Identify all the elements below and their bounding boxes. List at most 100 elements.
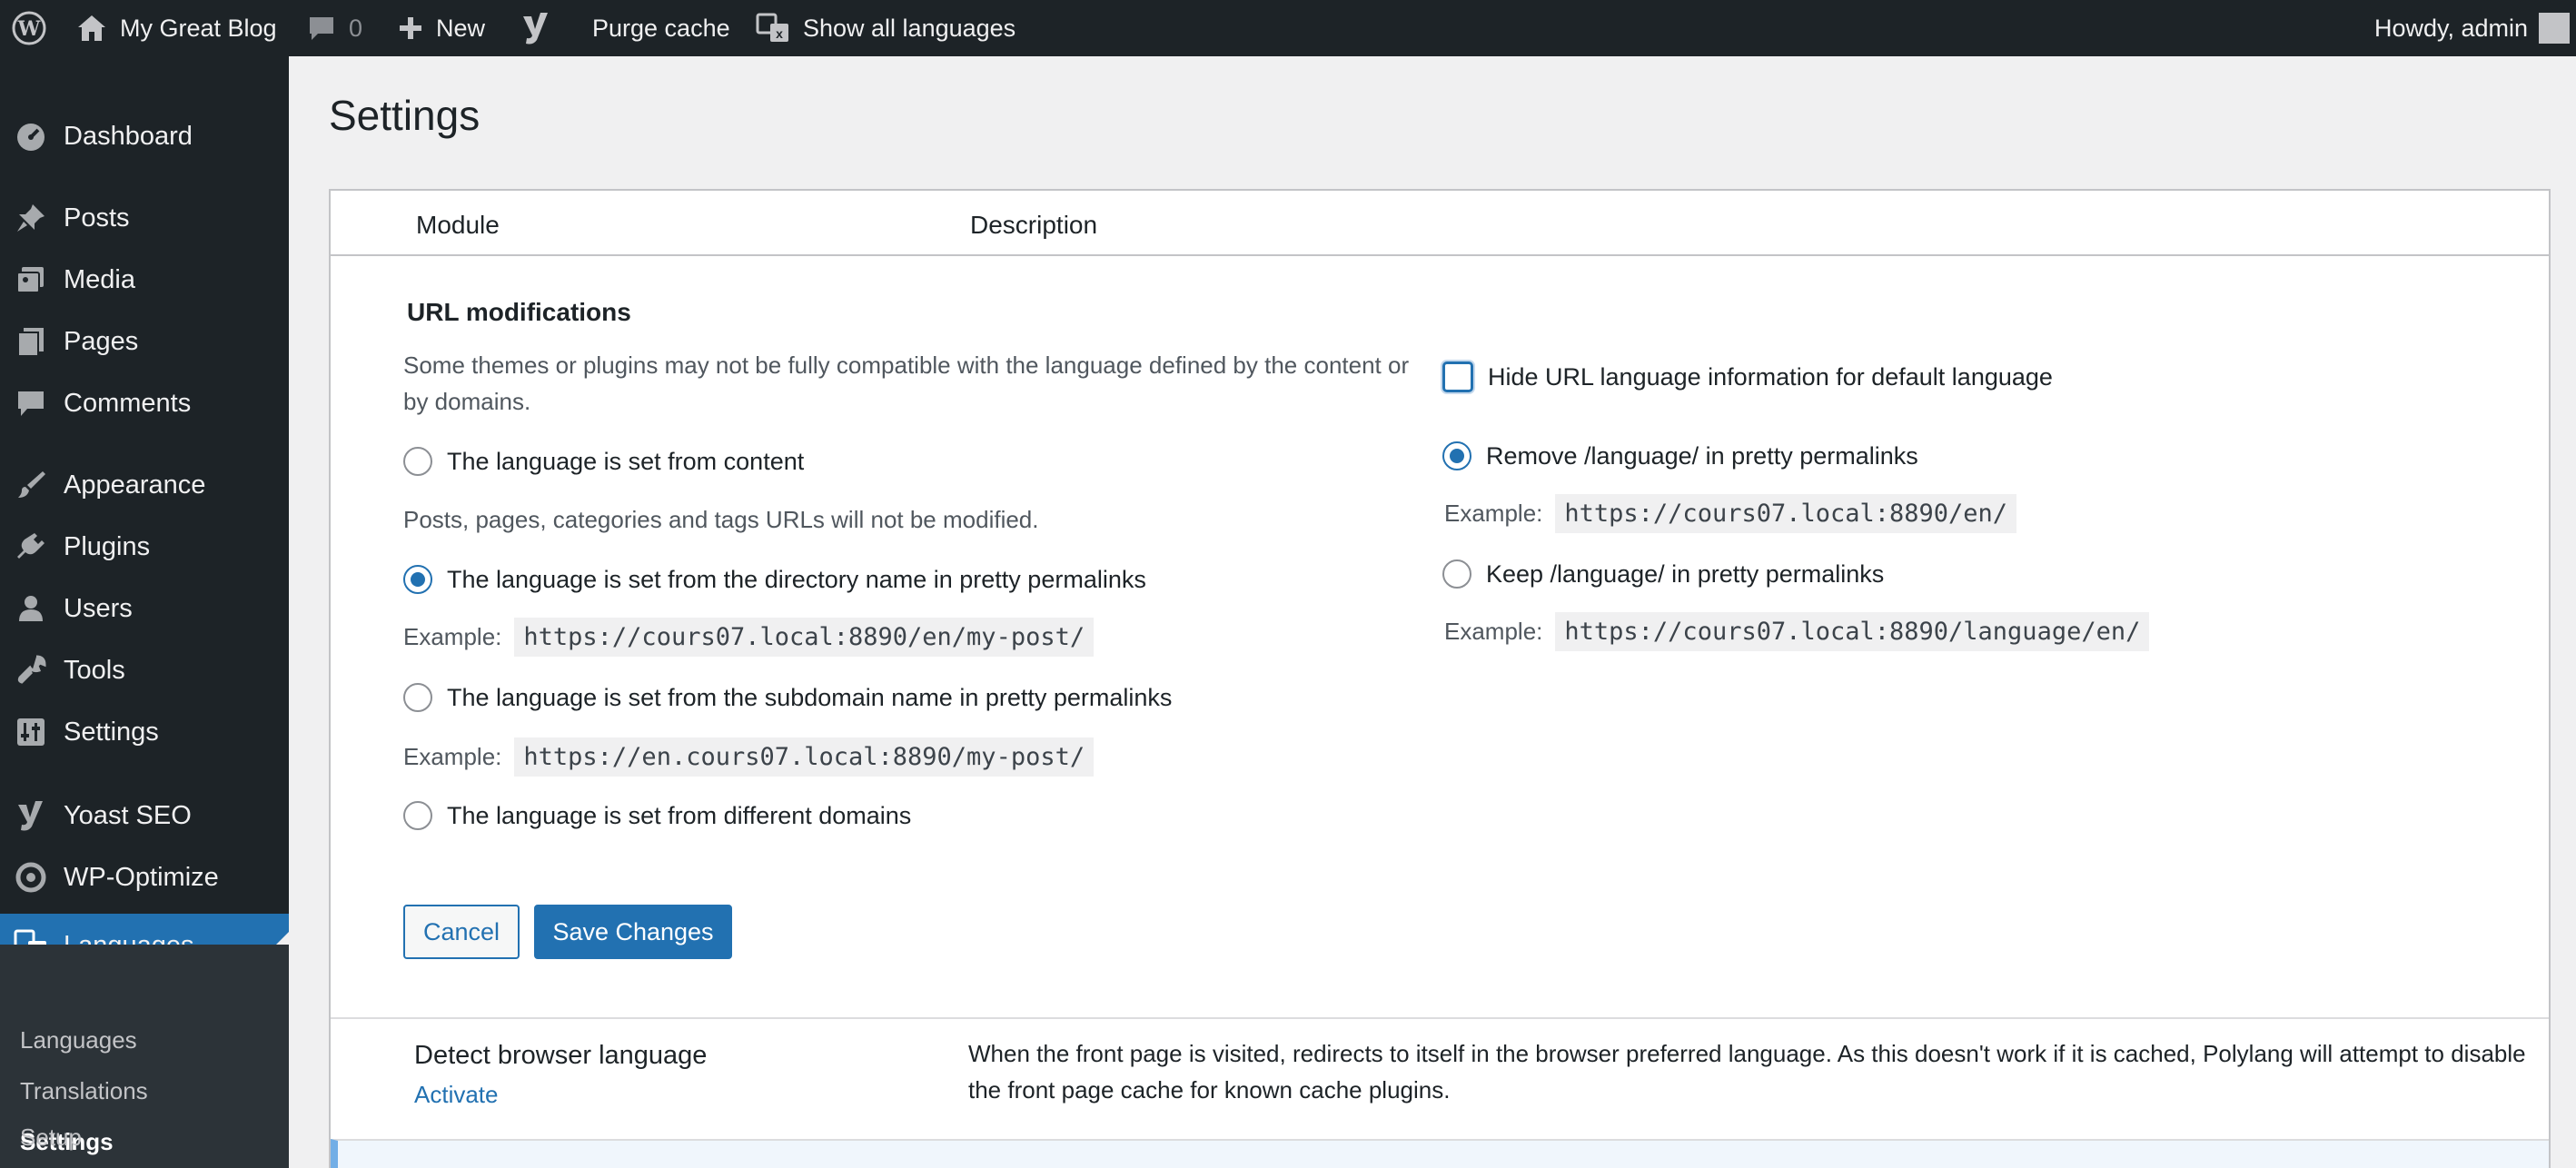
purge-cache-label: Purge cache — [592, 14, 730, 42]
content-note: Posts, pages, categories and tags URLs w… — [403, 506, 1039, 533]
pin-icon — [13, 200, 49, 236]
comments-count: 0 — [349, 14, 363, 42]
new-label: New — [436, 14, 486, 42]
new-content-link[interactable]: New — [398, 0, 485, 56]
comment-icon — [13, 385, 49, 421]
sidebar-item-plugins[interactable]: Plugins — [0, 520, 289, 574]
sidebar-item-label: Plugins — [64, 531, 151, 561]
radio-button[interactable] — [1442, 559, 1471, 589]
sidebar-item-label: Settings — [64, 717, 159, 747]
site-name-link[interactable]: My Great Blog — [76, 0, 277, 56]
modules-table: Module Description URL modifications Som… — [329, 189, 2551, 1168]
radio-label: The language is set from the directory n… — [447, 565, 1146, 593]
header-divider — [331, 254, 2549, 256]
user-icon — [13, 590, 49, 627]
radio-language-from-content[interactable]: The language is set from content — [403, 447, 804, 476]
url-modifications-intro: Some themes or plugins may not be fully … — [403, 351, 1410, 415]
sidebar-item-label: WP-Optimize — [64, 862, 219, 892]
comments-link[interactable]: 0 — [307, 0, 362, 56]
example-url: https://cours07.local:8890/en/ — [1555, 494, 2017, 533]
example-label: Example: — [403, 743, 502, 770]
column-header-description: Description — [970, 211, 1098, 239]
example-label: Example: — [403, 623, 502, 650]
radio-language-from-directory[interactable]: The language is set from the directory n… — [403, 565, 1146, 594]
activate-link[interactable]: Activate — [414, 1081, 499, 1109]
radio-remove-language-slug[interactable]: Remove /language/ in pretty permalinks — [1442, 441, 1918, 470]
show-all-languages-link[interactable]: x Show all languages — [756, 0, 1016, 56]
example-label: Example: — [1444, 618, 1543, 645]
radio-keep-language-slug[interactable]: Keep /language/ in pretty permalinks — [1442, 559, 1884, 589]
radio-button[interactable] — [403, 565, 432, 594]
sidebar-item-label: Comments — [64, 388, 192, 418]
hide-default-language-option[interactable]: Hide URL language information for defaul… — [1442, 361, 2053, 392]
admin-bar: W My Great Blog 0 New Purge cache x Show… — [0, 0, 2576, 56]
wordpress-logo-icon[interactable]: W — [11, 0, 47, 56]
submenu-item-translations[interactable]: Translations — [20, 1077, 148, 1105]
remove-slug-example: Example: https://cours07.local:8890/en/ — [1444, 494, 2017, 533]
sidebar-item-media[interactable]: Media — [0, 252, 289, 307]
radio-button[interactable] — [403, 447, 432, 476]
sidebar-item-tools[interactable]: Tools — [0, 643, 289, 698]
plus-icon — [398, 15, 423, 41]
checkbox-label: Hide URL language information for defaul… — [1488, 362, 2053, 391]
sidebar-item-label: Users — [64, 593, 133, 623]
sidebar-item-pages[interactable]: Pages — [0, 314, 289, 369]
save-changes-button[interactable]: Save Changes — [534, 905, 732, 959]
section-divider — [331, 1017, 2549, 1019]
translate-icon: x — [756, 13, 790, 44]
radio-label: Remove /language/ in pretty permalinks — [1486, 441, 1918, 470]
example-url: https://cours07.local:8890/en/my-post/ — [514, 618, 1095, 657]
sidebar-item-label: Yoast SEO — [64, 800, 192, 830]
wrench-icon — [13, 652, 49, 688]
purge-cache-link[interactable]: Purge cache — [592, 0, 730, 56]
sidebar-item-label: Appearance — [64, 470, 206, 500]
sidebar-item-settings[interactable]: Settings — [0, 705, 289, 759]
radio-button[interactable] — [403, 801, 432, 830]
keep-slug-example: Example: https://cours07.local:8890/lang… — [1444, 612, 2150, 651]
howdy-label: Howdy, admin — [2374, 14, 2529, 42]
sidebar-item-label: Pages — [64, 326, 139, 356]
sidebar-item-label: Media — [64, 264, 135, 294]
home-icon — [76, 14, 107, 43]
column-header-module: Module — [416, 211, 500, 239]
optimize-icon — [13, 859, 49, 896]
brush-icon — [13, 467, 49, 503]
pages-icon — [13, 323, 49, 360]
cancel-button[interactable]: Cancel — [403, 905, 520, 959]
my-account-link[interactable]: Howdy, admin — [2374, 0, 2571, 56]
module-description-detect-browser: When the front page is visited, redirect… — [968, 1040, 2526, 1104]
dashboard-icon — [13, 118, 49, 154]
svg-text:x: x — [776, 26, 783, 41]
sidebar-item-wp-optimize[interactable]: WP-Optimize — [0, 850, 289, 905]
radio-button[interactable] — [403, 683, 432, 712]
show-all-languages-label: Show all languages — [803, 14, 1016, 42]
module-name-detect-browser: Detect browser language — [414, 1041, 708, 1070]
radio-language-from-subdomain[interactable]: The language is set from the subdomain n… — [403, 683, 1172, 712]
sidebar-item-users[interactable]: Users — [0, 581, 289, 636]
sidebar-item-posts[interactable]: Posts — [0, 191, 289, 245]
radio-label: The language is set from content — [447, 447, 805, 475]
media-icon — [13, 262, 49, 298]
sidebar-item-dashboard[interactable]: Dashboard — [0, 109, 289, 163]
sidebar-item-comments[interactable]: Comments — [0, 376, 289, 431]
sidebar-item-label: Dashboard — [64, 121, 193, 151]
example-url: https://en.cours07.local:8890/my-post/ — [514, 737, 1095, 777]
example-label: Example: — [1444, 500, 1543, 527]
yoast-icon — [13, 797, 49, 834]
radio-language-from-domains[interactable]: The language is set from different domai… — [403, 801, 911, 830]
avatar — [2539, 13, 2571, 44]
hide-default-language-checkbox[interactable] — [1442, 361, 1473, 392]
sidebar-item-appearance[interactable]: Appearance — [0, 458, 289, 512]
sidebar-item-label: Tools — [64, 655, 125, 685]
yoast-menu-icon[interactable] — [520, 0, 550, 56]
radio-button[interactable] — [1442, 441, 1471, 470]
sidebar-item-yoast-seo[interactable]: Yoast SEO — [0, 788, 289, 843]
url-modifications-title: URL modifications — [407, 298, 631, 326]
sidebar-item-label: Posts — [64, 203, 130, 233]
submenu-item-languages[interactable]: Languages — [20, 1026, 137, 1054]
example-url: https://cours07.local:8890/language/en/ — [1555, 612, 2150, 651]
next-module-row — [331, 1139, 2549, 1168]
directory-example: Example: https://cours07.local:8890/en/m… — [403, 618, 1095, 657]
submenu-item-setup[interactable]: Setup — [20, 1123, 82, 1152]
plugin-icon — [13, 529, 49, 565]
